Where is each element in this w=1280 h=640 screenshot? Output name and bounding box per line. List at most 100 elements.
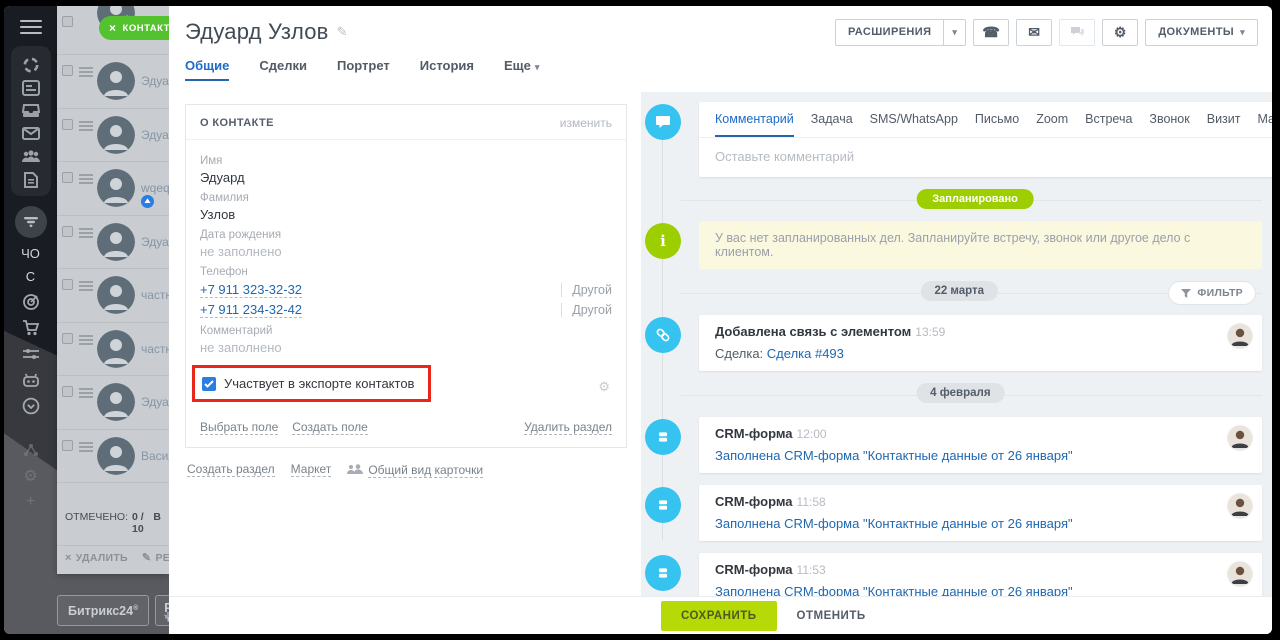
contact-row[interactable]: частно <box>57 269 169 323</box>
tab-more[interactable]: Еще▾ <box>504 58 539 79</box>
field-settings-gear-icon[interactable]: ⚙ <box>598 379 610 395</box>
contact-name-link[interactable]: Эдуарж <box>141 74 169 88</box>
chat-button[interactable] <box>1059 19 1095 46</box>
drag-handle-icon[interactable] <box>79 440 93 454</box>
planner-icon[interactable] <box>19 77 43 98</box>
crm-funnel-icon[interactable] <box>15 206 47 238</box>
row-checkbox[interactable] <box>62 65 73 76</box>
marketing-target-icon[interactable] <box>19 292 43 312</box>
contact-name-link[interactable]: частно <box>141 288 169 302</box>
tab-portrait[interactable]: Портрет <box>337 58 390 79</box>
contact-row[interactable]: Эдуард <box>57 376 169 430</box>
market-link[interactable]: Маркет <box>291 462 332 477</box>
drag-handle-icon[interactable] <box>79 172 93 186</box>
create-field-link[interactable]: Создать поле <box>292 420 368 435</box>
tl-tab-comment[interactable]: Комментарий <box>715 112 794 137</box>
tl-tab-zoom[interactable]: Zoom <box>1036 112 1068 137</box>
row-checkbox[interactable] <box>62 333 73 344</box>
drag-handle-icon[interactable] <box>79 65 93 79</box>
tl-tab-sms[interactable]: SMS/WhatsApp <box>870 112 958 137</box>
phone-type[interactable]: Другой <box>561 303 612 317</box>
contact-name-link[interactable]: Эдуард <box>141 128 169 142</box>
select-field-link[interactable]: Выбрать поле <box>200 420 278 435</box>
contact-name-link[interactable]: wqeqw <box>141 181 169 195</box>
crm-form-link[interactable]: Заполнена CRM-форма "Контактные данные о… <box>715 516 1073 531</box>
edit-title-icon[interactable]: ✎ <box>337 24 348 40</box>
tl-tab-letter[interactable]: Письмо <box>975 112 1019 137</box>
tab-deals[interactable]: Сделки <box>259 58 307 79</box>
comment-input[interactable]: Оставьте комментарий <box>699 138 1272 177</box>
tl-tab-visit[interactable]: Визит <box>1207 112 1241 137</box>
add-plus-icon[interactable]: + <box>19 492 43 512</box>
document-icon[interactable] <box>19 169 43 190</box>
delete-section-link[interactable]: Удалить раздел <box>524 420 612 435</box>
sidebar-item-c[interactable]: С <box>4 269 57 284</box>
row-checkbox[interactable] <box>62 172 73 183</box>
phone-link[interactable]: +7 911 323-32-32 <box>200 282 302 298</box>
chevron-down-icon[interactable]: ▾ <box>943 20 965 45</box>
inbox-icon[interactable] <box>19 100 43 121</box>
tl-tab-call[interactable]: Звонок <box>1149 112 1189 137</box>
contact-name-link[interactable]: Васили <box>141 449 169 463</box>
filter-button[interactable]: ФИЛЬТР <box>1168 281 1256 305</box>
robot-icon[interactable] <box>19 370 43 390</box>
create-section-link[interactable]: Создать раздел <box>187 462 275 477</box>
tl-tab-meeting[interactable]: Встреча <box>1085 112 1132 137</box>
cart-icon[interactable] <box>19 318 43 338</box>
row-checkbox[interactable] <box>62 440 73 451</box>
row-checkbox[interactable] <box>62 119 73 130</box>
contact-row[interactable]: wqeqw <box>57 162 169 216</box>
row-checkbox[interactable] <box>62 226 73 237</box>
edit-section-link[interactable]: изменить <box>560 116 612 130</box>
crm-form-link[interactable]: Заполнена CRM-форма "Контактные данные о… <box>715 448 1073 463</box>
extensions-button[interactable]: РАСШИРЕНИЯ ▾ <box>835 19 966 46</box>
tl-tab-task[interactable]: Задача <box>811 112 853 137</box>
menu-icon[interactable] <box>20 20 42 34</box>
cancel-button[interactable]: ОТМЕНИТЬ <box>785 601 878 631</box>
export-checkbox-label[interactable]: Участвует в экспорте контактов <box>224 376 414 391</box>
close-contact-button[interactable]: × КОНТАКТ <box>99 16 169 40</box>
documents-button[interactable]: ДОКУМЕНТЫ ▾ <box>1145 19 1258 46</box>
tab-history[interactable]: История <box>420 58 474 79</box>
deal-link[interactable]: Сделка #493 <box>767 346 844 361</box>
drag-handle-icon[interactable] <box>79 333 93 347</box>
row-checkbox[interactable] <box>62 279 73 290</box>
entry-time: 11:53 <box>797 563 826 577</box>
crm-form-link[interactable]: Заполнена CRM-форма "Контактные данные о… <box>715 584 1073 596</box>
settings-gear-button[interactable]: ⚙ <box>1102 19 1138 46</box>
card-view-link[interactable]: Общий вид карточки <box>347 463 483 477</box>
save-button[interactable]: СОХРАНИТЬ <box>661 601 777 631</box>
chevron-down-circle-icon[interactable] <box>19 396 43 416</box>
call-button[interactable]: ☎ <box>973 19 1009 46</box>
export-checkbox[interactable] <box>202 377 216 391</box>
phone-link[interactable]: +7 911 234-32-42 <box>200 302 302 318</box>
sliders-icon[interactable] <box>19 344 43 364</box>
edit-button[interactable]: ✎РЕДАК <box>142 551 169 564</box>
drag-handle-icon[interactable] <box>79 119 93 133</box>
contact-name-link[interactable]: Эдуард <box>141 395 169 409</box>
contact-name-link[interactable]: Эдуард <box>141 235 169 249</box>
contact-row[interactable]: частно <box>57 323 169 377</box>
contact-row[interactable]: Эдуард <box>57 216 169 270</box>
mail-icon[interactable] <box>19 123 43 144</box>
drag-handle-icon[interactable] <box>79 279 93 293</box>
tab-general[interactable]: Общие <box>185 58 229 81</box>
contact-row[interactable]: Эдуарж <box>57 55 169 109</box>
email-button[interactable]: ✉ <box>1016 19 1052 46</box>
contact-name-link[interactable]: частно <box>141 342 169 356</box>
drag-handle-icon[interactable] <box>79 226 93 240</box>
delete-button[interactable]: ×УДАЛИТЬ <box>65 551 128 564</box>
sites-nodes-icon[interactable] <box>19 440 43 460</box>
row-checkbox[interactable] <box>62 16 73 27</box>
pulse-icon[interactable] <box>19 54 43 75</box>
drag-handle-icon[interactable] <box>79 386 93 400</box>
phone-type[interactable]: Другой <box>561 283 612 297</box>
tl-tab-market[interactable]: Маркет <box>1258 112 1273 137</box>
sidebar-item-cho[interactable]: ЧО <box>4 246 57 261</box>
contact-row[interactable]: Васили <box>57 430 169 484</box>
row-checkbox[interactable] <box>62 386 73 397</box>
crm-clients-icon[interactable] <box>19 146 43 167</box>
settings-gear-icon[interactable]: ⚙ <box>19 466 43 486</box>
bitrix24-button[interactable]: Битрикс24® <box>57 595 149 626</box>
contact-row[interactable]: Эдуард <box>57 109 169 163</box>
